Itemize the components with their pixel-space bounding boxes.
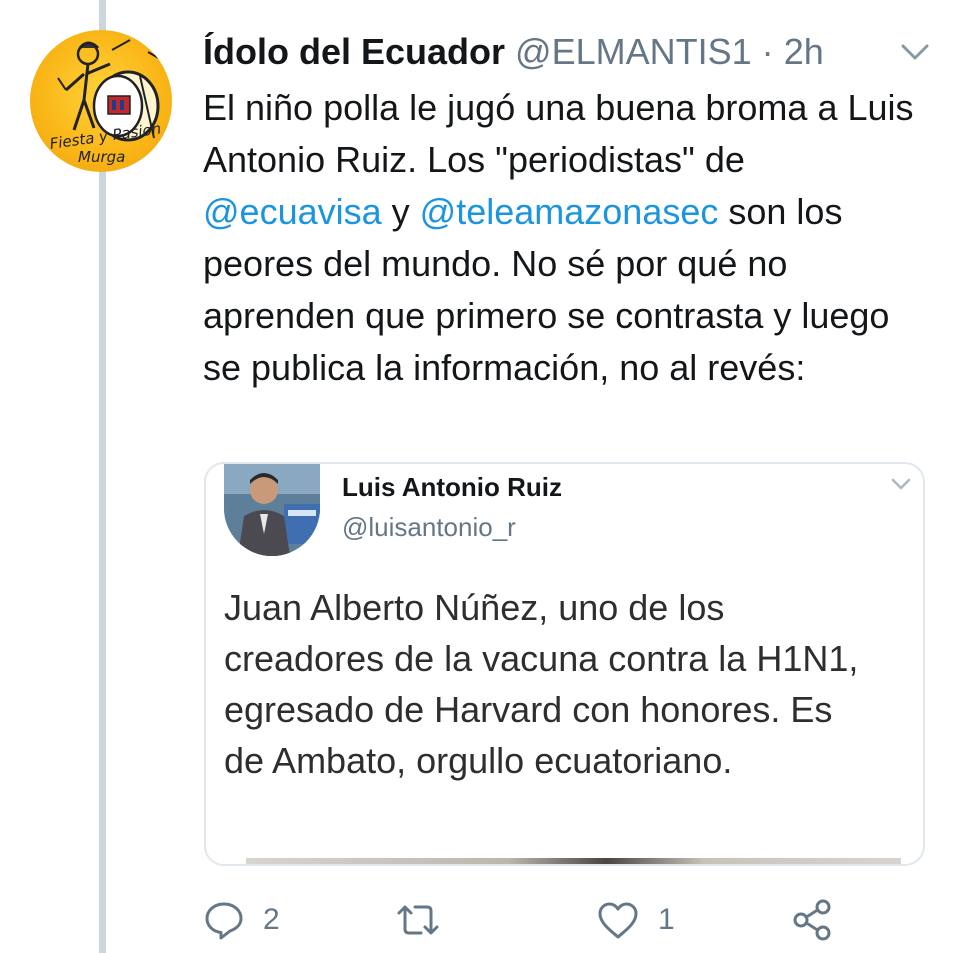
quoted-user-handle[interactable]: @luisantonio_r (342, 512, 516, 543)
header-separator: · (761, 31, 774, 72)
tweet-text-part: y (381, 191, 420, 232)
reply-icon (205, 902, 243, 940)
quoted-tweet-card[interactable]: Luis Antonio Ruiz @luisantonio_r Juan Al… (204, 462, 925, 866)
quoted-display-name[interactable]: Luis Antonio Ruiz (342, 472, 562, 503)
user-handle[interactable]: @ELMANTIS1 (515, 31, 752, 72)
chevron-down-icon[interactable] (900, 42, 930, 62)
quoted-media-preview[interactable] (246, 858, 901, 864)
quoted-chevron-down-icon[interactable] (890, 476, 912, 492)
reply-count: 2 (263, 903, 280, 936)
quoted-tweet-text: Juan Alberto Núñez, uno de los creadores… (224, 587, 859, 781)
share-button[interactable] (791, 895, 835, 945)
mention-link-teleamazonas[interactable]: @teleamazonasec (420, 191, 719, 232)
quoted-user-avatar[interactable] (224, 464, 320, 556)
retweet-icon (397, 905, 439, 935)
avatar-text-line2: Murga (78, 148, 125, 166)
reply-button[interactable]: 2 (203, 895, 280, 945)
mention-link-ecuavisa[interactable]: @ecuavisa (203, 191, 382, 232)
display-name[interactable]: Ídolo del Ecuador (203, 31, 505, 72)
tweet-actions: 2 1 (203, 895, 923, 945)
user-avatar[interactable]: Fiesta y Pasion Murga (30, 30, 172, 172)
retweet-button[interactable] (395, 895, 459, 945)
like-count: 1 (658, 903, 675, 936)
tweet-text: El niño polla le jugó una buena broma a … (203, 82, 923, 394)
share-icon (793, 899, 831, 941)
like-button[interactable]: 1 (596, 895, 675, 945)
tweet-header: Ídolo del Ecuador @ELMANTIS1 · 2h (203, 30, 930, 80)
tweet-text-part: El niño polla le jugó una buena broma a … (203, 87, 914, 180)
like-icon (598, 902, 638, 939)
tweet-time[interactable]: 2h (784, 31, 824, 72)
avatar-logo: Fiesta y Pasion Murga (49, 39, 163, 166)
